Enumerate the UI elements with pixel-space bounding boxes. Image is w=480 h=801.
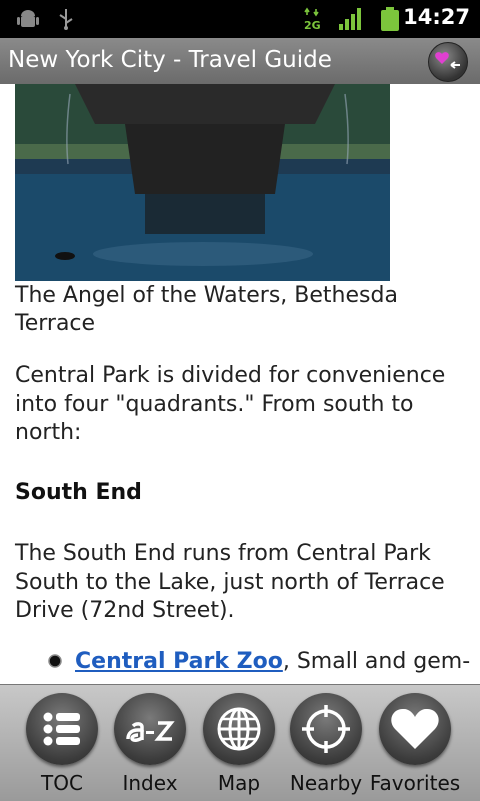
map-button[interactable]: Map bbox=[195, 685, 283, 801]
list-item-text: , Small and gem- bbox=[282, 649, 471, 674]
article-content[interactable]: The Angel of the Waters, Bethesda Terrac… bbox=[0, 84, 480, 684]
list-item: Central Park Zoo, Small and gem- bbox=[75, 648, 475, 676]
heart-icon bbox=[391, 708, 439, 749]
nearby-button[interactable]: Nearby bbox=[282, 685, 370, 801]
battery-icon bbox=[381, 7, 399, 31]
favorite-back-button[interactable] bbox=[428, 42, 468, 82]
list-item-continuation bbox=[75, 676, 475, 684]
network-2g-icon: 2G bbox=[304, 7, 321, 31]
toc-button[interactable]: TOC bbox=[18, 685, 106, 801]
intro-paragraph: Central Park is divided for convenience … bbox=[15, 363, 446, 445]
central-park-zoo-link[interactable]: Central Park Zoo bbox=[75, 649, 283, 674]
app-title: New York City - Travel Guide bbox=[8, 47, 332, 73]
android-debug-icon bbox=[17, 10, 39, 27]
list-icon bbox=[43, 712, 80, 746]
clock: 14:27 bbox=[403, 5, 470, 29]
section-paragraph: The South End runs from Central Park Sou… bbox=[15, 541, 445, 623]
favorites-button[interactable]: Favorites bbox=[370, 685, 460, 801]
usb-icon bbox=[59, 9, 73, 30]
bottom-toolbar: TOC Index Map Nearby Favorites bbox=[0, 684, 480, 801]
crosshair-icon bbox=[302, 705, 350, 753]
nearby-label: Nearby bbox=[289, 771, 363, 795]
favorites-label: Favorites bbox=[369, 771, 461, 795]
photo-caption: The Angel of the Waters, Bethesda Terrac… bbox=[15, 283, 398, 336]
index-button[interactable]: Index bbox=[106, 685, 194, 801]
section-heading: South End bbox=[15, 480, 142, 505]
a-z-icon bbox=[126, 721, 175, 742]
map-label: Map bbox=[217, 771, 261, 795]
status-bar: 2G 14:27 bbox=[0, 0, 480, 38]
toc-label: TOC bbox=[41, 771, 83, 795]
index-label: Index bbox=[122, 771, 178, 795]
signal-strength-icon bbox=[339, 8, 361, 30]
app-title-bar: New York City - Travel Guide bbox=[0, 38, 480, 84]
globe-icon bbox=[217, 707, 261, 751]
bullet-icon bbox=[48, 654, 62, 668]
svg-text:2G: 2G bbox=[304, 19, 321, 31]
heart-arrow-icon bbox=[435, 52, 460, 69]
fountain-photo bbox=[15, 84, 390, 281]
